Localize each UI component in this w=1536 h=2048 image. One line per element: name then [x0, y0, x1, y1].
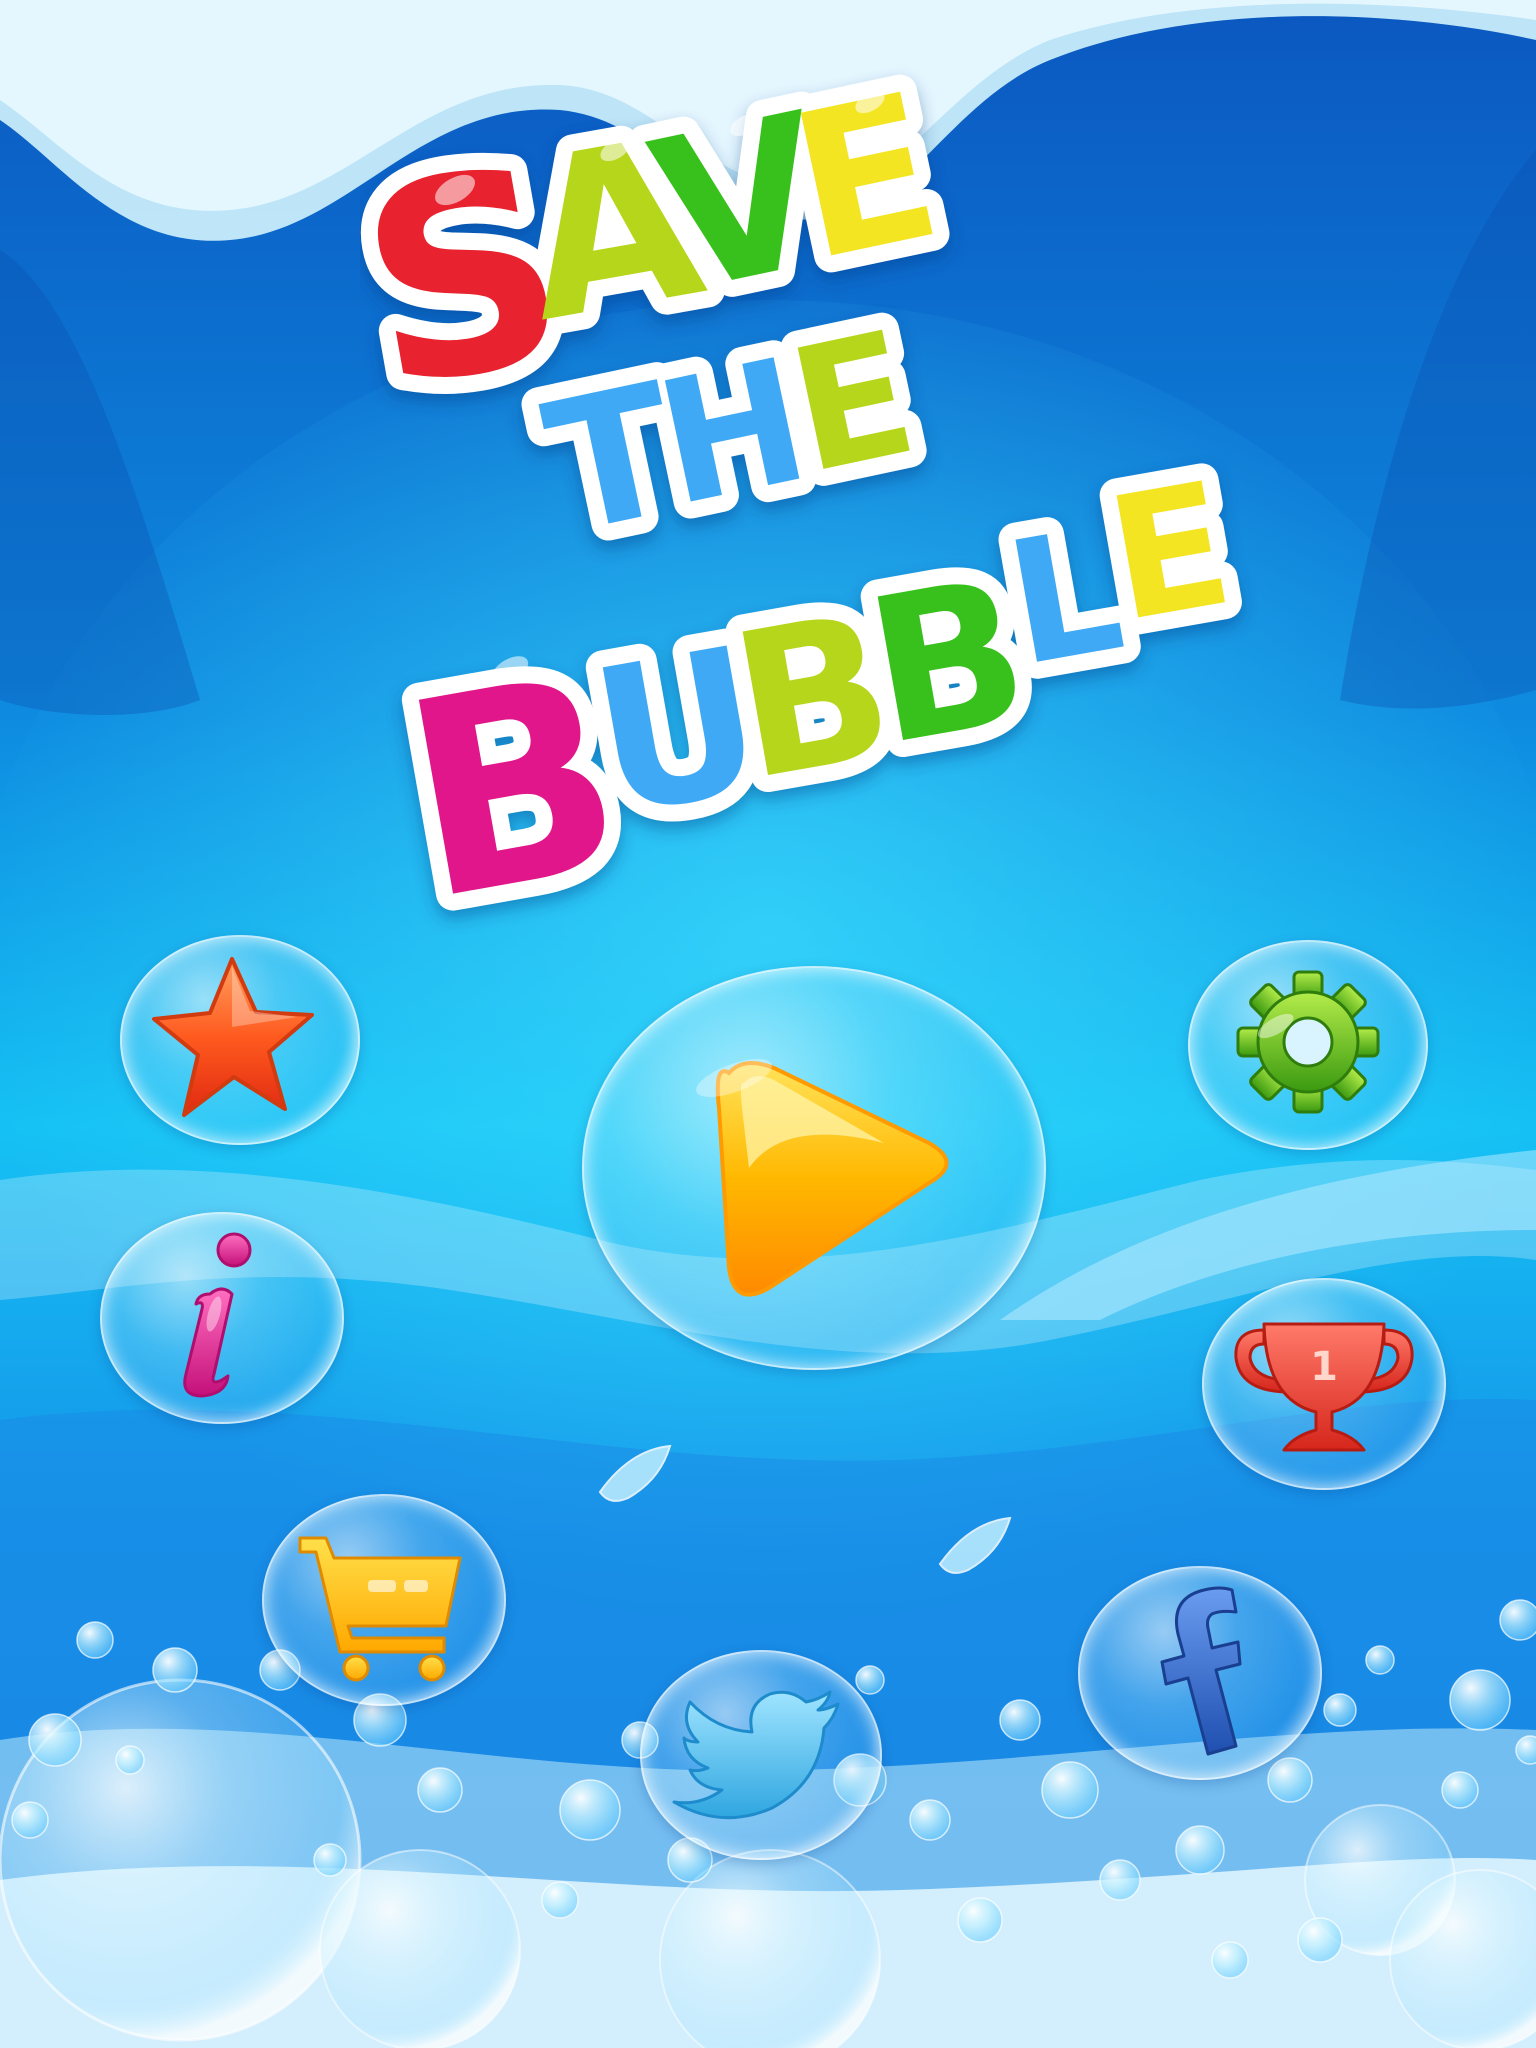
- gear-icon: [1236, 970, 1380, 1114]
- droplet-icon: [938, 1516, 1012, 1574]
- shop-button[interactable]: [262, 1494, 506, 1706]
- droplet-icon: [598, 1444, 672, 1502]
- leaderboard-button[interactable]: 1: [1202, 1278, 1446, 1490]
- facebook-icon: [1160, 1586, 1242, 1756]
- play-icon: [696, 1059, 949, 1297]
- facebook-share-button[interactable]: [1078, 1566, 1322, 1780]
- twitter-icon: [672, 1690, 840, 1820]
- info-icon: [183, 1232, 252, 1398]
- settings-button[interactable]: [1188, 940, 1428, 1150]
- favorites-button[interactable]: [120, 935, 360, 1145]
- info-button[interactable]: [100, 1212, 344, 1424]
- twitter-share-button[interactable]: [640, 1650, 882, 1860]
- star-icon: [152, 957, 314, 1117]
- main-menu-screen: S A V E T H E B U B B L E S A V E T H E …: [0, 0, 1536, 2048]
- cart-icon: [298, 1536, 462, 1682]
- play-button[interactable]: [582, 966, 1046, 1370]
- game-logo: S A V E T H E B U B B L E S A V E T H E …: [360, 40, 1260, 940]
- trophy-icon: 1: [1234, 1322, 1414, 1452]
- svg-text:1: 1: [1310, 1344, 1338, 1390]
